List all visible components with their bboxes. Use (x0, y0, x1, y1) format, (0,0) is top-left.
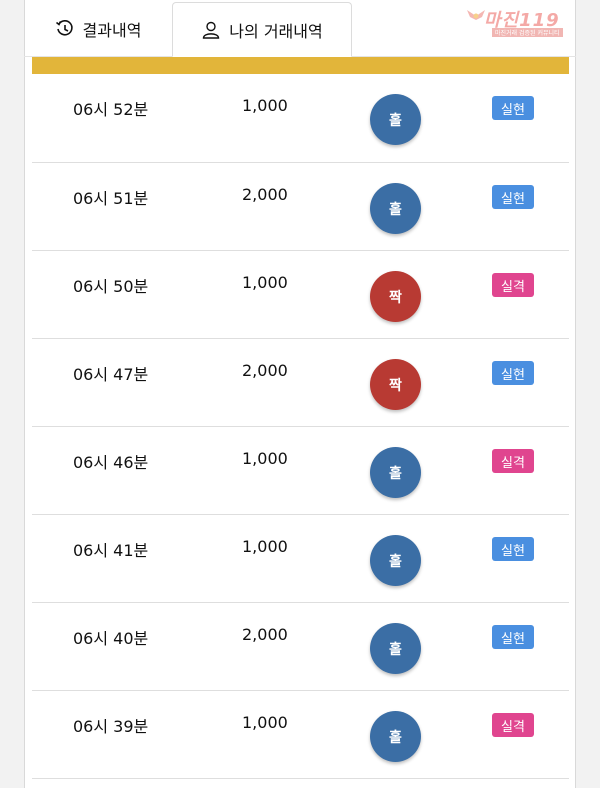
result-badge: 실현 (492, 625, 534, 649)
amount-cell: 2,000 (242, 185, 288, 204)
amount-cell: 1,000 (242, 273, 288, 292)
result-badge: 실현 (492, 537, 534, 561)
tab-my-transactions-label: 나의 거래내역 (229, 21, 323, 41)
pick-ball: 홀 (370, 447, 421, 498)
amount-cell: 2,000 (242, 361, 288, 380)
pick-ball: 홀 (370, 183, 421, 234)
amount-cell: 1,000 (242, 449, 288, 468)
table-row: 06시 47분 2,000 짝 실현 (32, 339, 569, 427)
result-badge: 실현 (492, 96, 534, 120)
tab-results[interactable]: 결과내역 (24, 2, 172, 56)
user-icon (203, 21, 220, 39)
logo-tagline: 마진거래 검증된 커뮤니티 (492, 28, 563, 37)
amount-cell: 1,000 (242, 96, 288, 115)
amount-cell: 1,000 (242, 537, 288, 556)
result-badge: 실현 (492, 361, 534, 385)
time-cell: 06시 41분 (73, 541, 149, 560)
table-row: 06시 51분 2,000 홀 실현 (32, 163, 569, 251)
table-row: 06시 41분 1,000 홀 실현 (32, 515, 569, 603)
time-cell: 06시 47분 (73, 365, 149, 384)
table-row: 06시 39분 1,000 홀 실격 (32, 691, 569, 779)
result-badge: 실현 (492, 185, 534, 209)
time-cell: 06시 50분 (73, 277, 149, 296)
table-row: 06시 40분 2,000 홀 실현 (32, 603, 569, 691)
pick-ball: 짝 (370, 359, 421, 410)
wings-logo-icon (467, 10, 485, 20)
table-row: 06시 52분 1,000 홀 실현 (32, 74, 569, 163)
amount-cell: 2,000 (242, 625, 288, 644)
pick-ball: 홀 (370, 623, 421, 674)
pick-ball: 짝 (370, 271, 421, 322)
tab-my-transactions[interactable]: 나의 거래내역 (172, 2, 352, 57)
time-cell: 06시 40분 (73, 629, 149, 648)
result-badge: 실격 (492, 273, 534, 297)
time-cell: 06시 39분 (73, 717, 149, 736)
table-row: 06시 50분 1,000 짝 실격 (32, 251, 569, 339)
table-row: 06시 46분 1,000 홀 실격 (32, 427, 569, 515)
table-header-bar (32, 57, 569, 74)
site-logo-watermark: 마진119 마진거래 검증된 커뮤니티 (466, 6, 594, 37)
pick-ball: 홀 (370, 535, 421, 586)
history-icon (55, 20, 73, 36)
time-cell: 06시 51분 (73, 189, 149, 208)
pick-ball: 홀 (370, 94, 421, 145)
result-badge: 실격 (492, 713, 534, 737)
time-cell: 06시 52분 (73, 100, 149, 119)
result-badge: 실격 (492, 449, 534, 473)
amount-cell: 1,000 (242, 713, 288, 732)
time-cell: 06시 46분 (73, 453, 149, 472)
pick-ball: 홀 (370, 711, 421, 762)
transaction-list: 06시 52분 1,000 홀 실현 06시 51분 2,000 홀 실현 06… (32, 74, 569, 779)
tab-results-label: 결과내역 (82, 21, 142, 40)
